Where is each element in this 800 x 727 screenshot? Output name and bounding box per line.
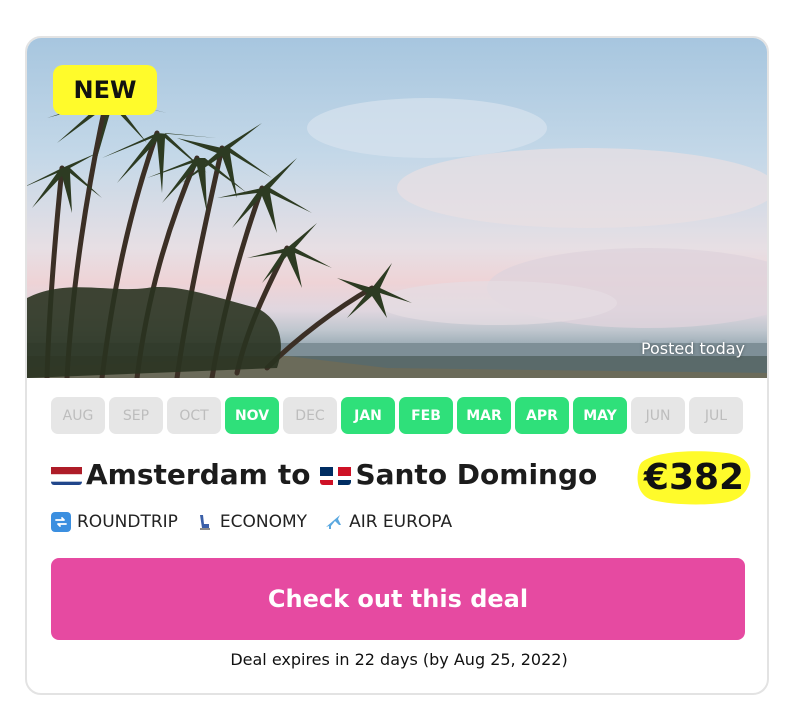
- month-may: MAY: [573, 397, 627, 434]
- repeat-icon: [51, 512, 71, 532]
- route-destination: Santo Domingo: [355, 457, 598, 491]
- month-apr: APR: [515, 397, 569, 434]
- new-badge-label: NEW: [73, 76, 137, 104]
- price-tag: €382: [636, 448, 752, 506]
- airline: AIR EUROPA: [323, 512, 452, 532]
- trip-details: ROUNDTRIP ECONOMY AIR EUROPA: [51, 512, 452, 532]
- month-availability: AUG SEP OCT NOV DEC JAN FEB MAR APR MAY …: [51, 397, 743, 434]
- month-jan: JAN: [341, 397, 395, 434]
- seat-icon: [194, 512, 214, 532]
- trip-type: ROUNDTRIP: [51, 512, 178, 532]
- netherlands-flag-icon: [51, 463, 82, 485]
- cabin-class-label: ECONOMY: [219, 512, 308, 532]
- price-value: €382: [643, 456, 745, 498]
- check-deal-button[interactable]: Check out this deal: [51, 558, 745, 640]
- dominican-republic-flag-icon: [320, 463, 352, 485]
- route-connector: to: [277, 457, 311, 491]
- deal-card[interactable]: NEW Posted today AUG SEP OCT NOV DEC JAN…: [25, 36, 769, 695]
- month-nov: NOV: [225, 397, 279, 434]
- deal-expiry: Deal expires in 22 days (by Aug 25, 2022…: [230, 650, 568, 669]
- month-dec: DEC: [283, 397, 337, 434]
- route-origin: Amsterdam: [86, 457, 268, 491]
- cabin-class: ECONOMY: [194, 512, 307, 532]
- month-jun: JUN: [631, 397, 685, 434]
- new-badge: NEW: [53, 65, 157, 115]
- hero-image: NEW Posted today: [27, 38, 767, 378]
- month-aug: AUG: [51, 397, 105, 434]
- route-title: Amsterdam to Santo Domingo: [51, 450, 597, 498]
- month-sep: SEP: [109, 397, 163, 434]
- month-mar: MAR: [457, 397, 511, 434]
- trip-type-label: ROUNDTRIP: [77, 512, 178, 532]
- month-jul: JUL: [689, 397, 743, 434]
- airline-label: AIR EUROPA: [349, 512, 453, 532]
- month-feb: FEB: [399, 397, 453, 434]
- airplane-icon: [323, 512, 343, 532]
- month-oct: OCT: [167, 397, 221, 434]
- posted-time: Posted today: [640, 339, 745, 358]
